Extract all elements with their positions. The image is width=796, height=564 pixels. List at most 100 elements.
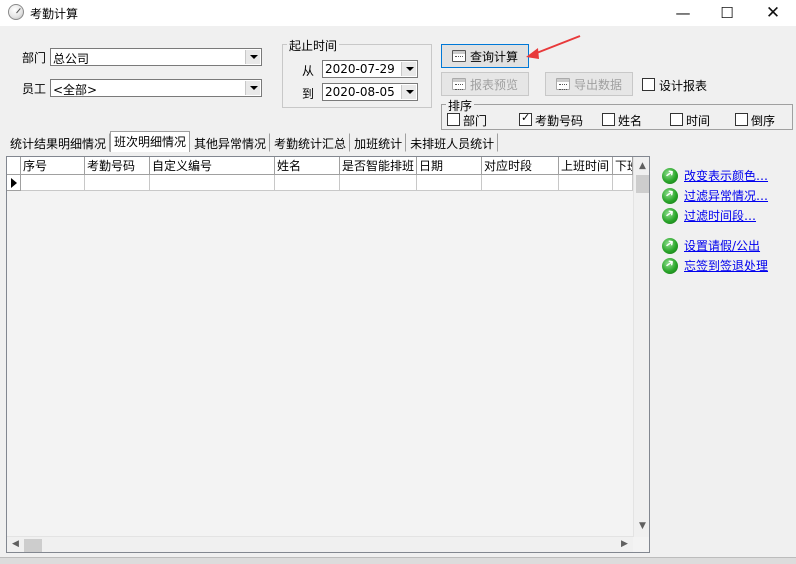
- side-link-panel: 改变表示颜色… 过滤异常情况… 过滤时间段… 设置请假/公出 忘签到签退处理: [654, 156, 794, 553]
- grid-cell[interactable]: [85, 175, 150, 191]
- tab-other-exceptions[interactable]: 其他异常情况: [190, 133, 271, 152]
- export-icon: [555, 78, 570, 90]
- sort-id-checkbox[interactable]: [519, 111, 532, 126]
- emp-value: <全部>: [53, 83, 98, 97]
- link-change-color-label[interactable]: 改变表示颜色…: [684, 167, 768, 184]
- sort-name-label: 姓名: [618, 114, 643, 128]
- minimize-button[interactable]: —: [660, 0, 706, 26]
- sort-name-checkbox[interactable]: [602, 113, 615, 126]
- horizontal-scrollbar[interactable]: ◀ ▶: [7, 536, 633, 552]
- grid-col-header[interactable]: 自定义编号: [150, 157, 275, 175]
- grid-col-header[interactable]: 下班: [613, 157, 633, 175]
- tab-overtime[interactable]: 加班统计: [350, 133, 407, 152]
- sort-desc-checkbox[interactable]: [735, 113, 748, 126]
- green-arrow-icon: [662, 237, 678, 254]
- green-arrow-icon: [662, 187, 678, 204]
- sort-time-checkbox[interactable]: [670, 113, 683, 126]
- grid-cell[interactable]: [275, 175, 340, 191]
- green-arrow-icon: [662, 257, 678, 274]
- link-forgot-sign[interactable]: 忘签到签退处理: [662, 257, 768, 274]
- report-preview-button[interactable]: 报表预览: [441, 72, 529, 96]
- grid-header: 序号 考勤号码 自定义编号 姓名 是否智能排班 日期 对应时段 上班时间 下班: [7, 157, 633, 175]
- chevron-down-icon[interactable]: [245, 81, 260, 95]
- grid-cell[interactable]: [21, 175, 85, 191]
- link-filter-time[interactable]: 过滤时间段…: [662, 207, 756, 224]
- scroll-right-icon[interactable]: ▶: [616, 539, 633, 549]
- vertical-scroll-thumb[interactable]: [636, 175, 649, 193]
- grid-col-header[interactable]: 序号: [21, 157, 85, 175]
- export-data-button[interactable]: 导出数据: [545, 72, 633, 96]
- from-label: 从: [302, 64, 315, 78]
- design-report-label: 设计报表: [659, 79, 708, 93]
- link-set-leave-label[interactable]: 设置请假/公出: [684, 237, 760, 254]
- report-icon: [451, 78, 466, 90]
- query-calc-label: 查询计算: [469, 49, 518, 64]
- to-label: 到: [302, 87, 315, 101]
- tab-bar: 统计结果明细情况 班次明细情况 其他异常情况 考勤统计汇总 加班统计 未排班人员…: [6, 131, 499, 153]
- grid-col-header[interactable]: 上班时间: [559, 157, 613, 175]
- grid-cell[interactable]: [613, 175, 633, 191]
- period-title: 起止时间: [287, 37, 340, 54]
- from-date-picker[interactable]: 2020-07-29: [322, 60, 418, 78]
- dept-select[interactable]: 总公司: [50, 48, 262, 66]
- tab-attendance-summary[interactable]: 考勤统计汇总: [270, 133, 351, 152]
- close-button[interactable]: ✕: [750, 0, 796, 26]
- tab-unscheduled[interactable]: 未排班人员统计: [406, 133, 499, 152]
- scroll-left-icon[interactable]: ◀: [7, 539, 24, 549]
- grid-col-header[interactable]: 考勤号码: [85, 157, 150, 175]
- link-forgot-sign-label[interactable]: 忘签到签退处理: [684, 257, 768, 274]
- chevron-down-icon[interactable]: [401, 62, 416, 76]
- grid-cell[interactable]: [340, 175, 417, 191]
- clock-app-icon: [8, 4, 24, 20]
- export-data-label: 导出数据: [573, 77, 622, 92]
- sort-dept-checkbox[interactable]: [447, 113, 460, 126]
- title-bar: 考勤计算 — ☐ ✕: [0, 0, 796, 26]
- sort-id-label: 考勤号码: [535, 114, 584, 128]
- link-filter-exceptions-label[interactable]: 过滤异常情况…: [684, 187, 768, 204]
- table-row[interactable]: [7, 175, 633, 191]
- scroll-down-icon[interactable]: ▼: [634, 521, 649, 531]
- link-filter-exceptions[interactable]: 过滤异常情况…: [662, 187, 768, 204]
- link-set-leave[interactable]: 设置请假/公出: [662, 237, 760, 254]
- link-change-color[interactable]: 改变表示颜色…: [662, 167, 768, 184]
- chevron-down-icon[interactable]: [245, 50, 260, 64]
- from-date-value: 2020-07-29: [325, 62, 395, 76]
- query-calc-button[interactable]: 查询计算: [441, 44, 529, 68]
- to-date-picker[interactable]: 2020-08-05: [322, 83, 418, 101]
- annotation-arrow-icon: [526, 35, 581, 59]
- grid-cell[interactable]: [559, 175, 613, 191]
- vertical-scrollbar[interactable]: ▲ ▼: [633, 157, 649, 537]
- dept-label: 部门: [22, 51, 47, 65]
- sort-dept-label: 部门: [463, 114, 488, 128]
- green-arrow-icon: [662, 207, 678, 224]
- grid-cell[interactable]: [150, 175, 275, 191]
- green-arrow-icon: [662, 167, 678, 184]
- sort-desc-label: 倒序: [751, 114, 776, 128]
- status-bar: [0, 557, 796, 564]
- dept-value: 总公司: [53, 52, 90, 66]
- report-preview-label: 报表预览: [469, 77, 518, 92]
- tab-shift-detail[interactable]: 班次明细情况: [110, 131, 191, 152]
- grid-corner: [7, 157, 21, 175]
- emp-select[interactable]: <全部>: [50, 79, 262, 97]
- grid-col-header[interactable]: 姓名: [275, 157, 340, 175]
- emp-label: 员工: [22, 82, 47, 96]
- to-date-value: 2020-08-05: [325, 85, 395, 99]
- scroll-up-icon[interactable]: ▲: [634, 161, 649, 171]
- window-title: 考勤计算: [30, 7, 79, 21]
- grid-cell[interactable]: [482, 175, 559, 191]
- grid-col-header[interactable]: 对应时段: [482, 157, 559, 175]
- data-grid[interactable]: 序号 考勤号码 自定义编号 姓名 是否智能排班 日期 对应时段 上班时间 下班 …: [6, 156, 650, 553]
- design-report-checkbox[interactable]: [642, 78, 655, 91]
- maximize-button[interactable]: ☐: [704, 0, 750, 26]
- link-filter-time-label[interactable]: 过滤时间段…: [684, 207, 756, 224]
- horizontal-scroll-thumb[interactable]: [24, 539, 42, 552]
- chevron-down-icon[interactable]: [401, 85, 416, 99]
- grid-cell[interactable]: [417, 175, 482, 191]
- current-row-icon: [7, 175, 21, 191]
- grid-col-header[interactable]: 是否智能排班: [340, 157, 417, 175]
- grid-col-header[interactable]: 日期: [417, 157, 482, 175]
- sort-time-label: 时间: [686, 114, 711, 128]
- tab-stats-detail[interactable]: 统计结果明细情况: [6, 133, 111, 152]
- calculator-icon: [451, 50, 466, 62]
